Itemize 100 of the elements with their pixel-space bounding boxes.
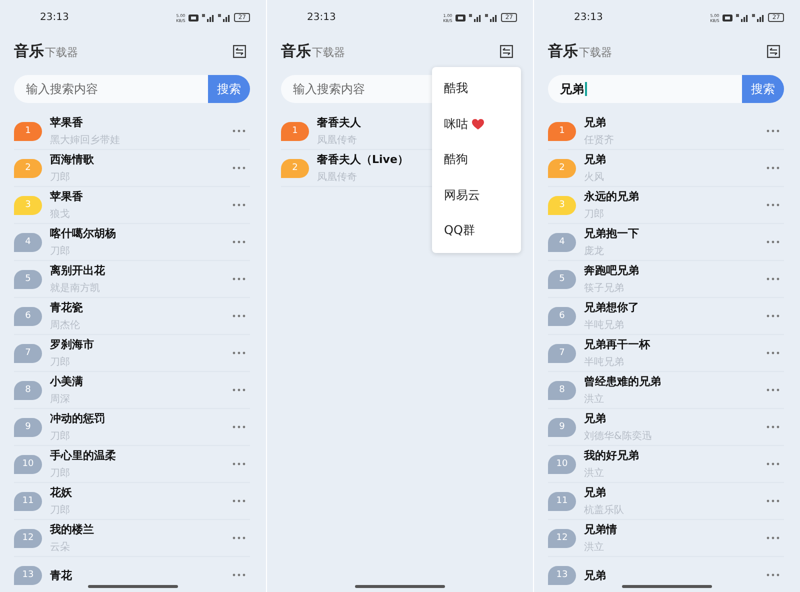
rank-badge: 1 [281,122,309,140]
switch-icon[interactable] [500,45,513,58]
rank-badge: 6 [14,306,42,326]
more-icon[interactable] [766,351,780,355]
rank-badge: 13 [14,566,42,584]
more-icon[interactable] [766,462,780,466]
more-icon[interactable] [766,129,780,133]
song-title[interactable]: 兄弟想你了 [584,300,766,315]
rank-badge: 11 [548,492,576,510]
more-icon[interactable] [232,314,246,318]
rank-badge: 9 [548,418,576,436]
rank-badge: 4 [548,232,576,252]
rank-badge: 12 [548,528,576,548]
song-title[interactable]: 兄弟情 [584,522,766,537]
song-title[interactable]: 兄弟再干一杯 [584,337,766,352]
rank-badge: 2 [14,158,42,178]
hd-icon [455,14,466,22]
status-time: 23:13 [307,12,336,23]
rank-badge: 5 [548,270,576,288]
more-icon[interactable] [232,166,246,170]
song-title[interactable]: 兄弟 [584,152,766,167]
rank-badge: 9 [14,418,42,436]
more-icon[interactable] [766,314,780,318]
song-title[interactable]: 西海情歌 [50,152,232,167]
app-title: 音乐 [548,42,578,61]
song-title[interactable]: 苹果香 [50,115,232,130]
more-icon[interactable] [766,425,780,429]
more-icon[interactable] [766,536,780,540]
song-title[interactable]: 兄弟 [584,115,766,130]
signal-icon [485,14,498,22]
more-icon[interactable] [232,425,246,429]
hd-icon [188,14,200,22]
search-button[interactable]: 搜索 [742,75,784,103]
app-title: 音乐 [281,42,311,61]
song-title[interactable]: 冲动的惩罚 [50,411,232,426]
rank-badge: 7 [548,344,576,362]
menu-item[interactable]: 咪咕 [444,116,468,133]
more-icon[interactable] [232,388,246,392]
more-icon[interactable] [232,203,246,207]
song-title[interactable]: 兄弟 [584,568,766,582]
song-title[interactable]: 兄弟抱一下 [584,226,766,241]
more-icon[interactable] [232,240,246,244]
more-icon[interactable] [766,166,780,170]
song-title[interactable]: 永远的兄弟 [584,189,766,204]
search-button[interactable]: 搜索 [208,75,250,103]
song-title[interactable]: 兄弟 [584,485,766,500]
more-icon[interactable] [766,277,780,281]
rank-badge: 8 [14,380,42,400]
app-subtitle: 下载器 [45,45,78,60]
song-title[interactable]: 苹果香 [50,189,232,204]
more-icon[interactable] [232,277,246,281]
signal-icon [202,14,216,22]
song-title[interactable]: 喀什噶尔胡杨 [50,226,232,241]
more-icon[interactable] [232,129,246,133]
more-icon[interactable] [766,499,780,503]
rank-badge: 11 [14,492,42,510]
song-title[interactable]: 青花 [50,568,232,582]
more-icon[interactable] [766,388,780,392]
rank-badge: 10 [548,454,576,474]
song-title[interactable]: 曾经患难的兄弟 [584,374,766,389]
song-title[interactable]: 我的好兄弟 [584,448,766,463]
rank-badge: 8 [548,380,576,400]
search-field[interactable]: 兄弟 [548,75,742,103]
app-subtitle: 下载器 [312,45,345,60]
song-title[interactable]: 奔跑吧兄弟 [584,263,766,278]
song-title[interactable]: 我的楼兰 [50,522,232,537]
song-title[interactable]: 罗刹海市 [50,337,232,352]
more-icon[interactable] [232,573,246,577]
menu-item[interactable]: 酷狗 [444,151,468,168]
song-title[interactable]: 离别开出花 [50,263,232,278]
song-title[interactable]: 小美满 [50,374,232,389]
more-icon[interactable] [232,462,246,466]
rank-badge: 7 [14,344,42,362]
rank-badge: 6 [548,306,576,326]
rank-badge: 3 [14,196,42,214]
rank-badge: 1 [14,122,42,140]
menu-item[interactable]: 酷我 [444,80,468,98]
more-icon[interactable] [232,499,246,503]
menu-item[interactable]: QQ群 [444,222,475,240]
song-title[interactable]: 花妖 [50,485,232,500]
app-subtitle: 下载器 [579,45,612,60]
song-title[interactable]: 手心里的温柔 [50,448,232,463]
search-field[interactable]: 输入搜索内容 [14,75,208,103]
status-time: 23:13 [574,12,603,23]
signal-icon [218,14,232,22]
song-title[interactable]: 青花瓷 [50,300,232,315]
more-icon[interactable] [766,203,780,207]
more-icon[interactable] [766,573,780,577]
menu-item[interactable]: 网易云 [444,186,480,204]
status-time: 23:13 [40,12,69,23]
rank-badge: 10 [14,454,42,474]
rank-badge: 4 [14,232,42,252]
more-icon[interactable] [232,536,246,540]
switch-icon[interactable] [233,45,246,58]
song-title[interactable]: 兄弟 [584,411,766,426]
more-icon[interactable] [232,351,246,355]
switch-icon[interactable] [767,45,780,58]
rank-badge: 2 [281,158,309,178]
hd-icon [722,14,734,22]
more-icon[interactable] [766,240,780,244]
